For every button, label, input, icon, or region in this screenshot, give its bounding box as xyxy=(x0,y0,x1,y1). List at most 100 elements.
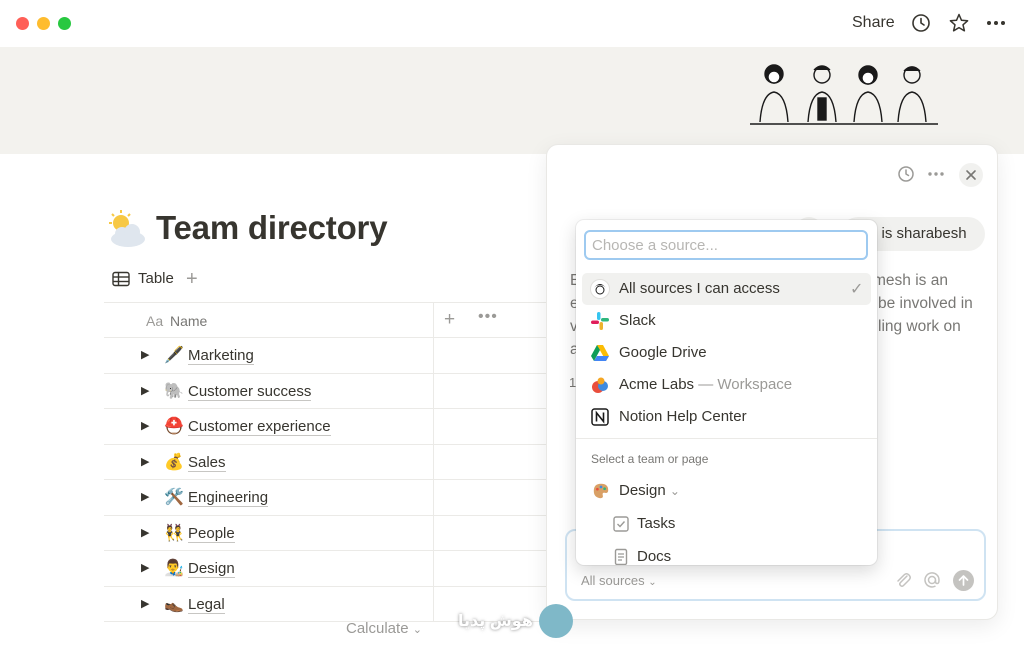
row-name-link[interactable]: Legal xyxy=(188,596,225,614)
section-heading: Select a team or page xyxy=(591,452,709,466)
close-icon xyxy=(966,170,976,180)
tree-item-name: Design xyxy=(619,482,666,499)
row-name-link[interactable]: Sales xyxy=(188,454,226,472)
tree-item-label: Design ⌄ xyxy=(619,482,680,499)
response-text: mesh is an xyxy=(873,272,948,289)
history-icon[interactable] xyxy=(910,12,932,34)
tab-table[interactable]: Table xyxy=(112,270,174,287)
expand-toggle-icon[interactable]: ▶ xyxy=(141,419,149,432)
sun-behind-cloud-icon[interactable] xyxy=(104,208,148,252)
app-window: Share Team directory Table + Aa Name + •… xyxy=(0,0,1024,645)
arrow-up-icon xyxy=(958,575,969,586)
brain-logo-icon xyxy=(538,604,573,638)
row-emoji-icon: 👯 xyxy=(164,524,184,542)
source-item-label: Notion Help Center xyxy=(619,408,747,425)
more-icon[interactable] xyxy=(925,163,947,185)
add-property-button[interactable]: + xyxy=(444,309,455,331)
share-button[interactable]: Share xyxy=(852,14,895,32)
row-name-link[interactable]: Engineering xyxy=(188,489,269,507)
source-item-notion-help[interactable]: Notion Help Center xyxy=(582,401,871,433)
source-item-slack[interactable]: Slack xyxy=(582,305,871,337)
column-divider xyxy=(433,551,434,586)
zoom-window-button[interactable] xyxy=(58,17,71,30)
column-divider xyxy=(433,586,434,621)
expand-toggle-icon[interactable]: ▶ xyxy=(141,526,149,539)
table-row[interactable]: ▶ 🐘 Customer success xyxy=(104,373,554,409)
minimize-window-button[interactable] xyxy=(37,17,50,30)
tree-item-design[interactable]: Design ⌄ xyxy=(582,475,871,507)
source-item-label: Google Drive xyxy=(619,344,707,361)
row-emoji-icon: 👨‍🎨 xyxy=(164,560,184,577)
expand-toggle-icon[interactable]: ▶ xyxy=(141,384,149,397)
table-options-button[interactable]: ••• xyxy=(478,308,498,326)
table-row[interactable]: ▶ 🖋️ Marketing xyxy=(104,338,554,374)
calculate-button[interactable]: Calculate ⌄ xyxy=(346,620,422,637)
history-icon[interactable] xyxy=(895,163,917,185)
row-name-link[interactable]: Customer experience xyxy=(188,418,331,436)
row-name-link[interactable]: Marketing xyxy=(188,347,254,365)
expand-toggle-icon[interactable]: ▶ xyxy=(141,455,149,468)
document-icon xyxy=(614,548,628,565)
source-search-input[interactable] xyxy=(584,230,868,260)
row-name-link[interactable]: Customer success xyxy=(188,383,312,401)
add-view-button[interactable]: + xyxy=(186,268,198,291)
column-divider xyxy=(433,338,434,373)
calculate-label: Calculate xyxy=(346,620,409,637)
expand-toggle-icon[interactable]: ▶ xyxy=(141,348,149,361)
text-property-icon: Aa xyxy=(146,313,164,329)
table-row[interactable]: ▶ 💰 Sales xyxy=(104,444,554,480)
sources-selector-label: All sources xyxy=(581,573,645,588)
tree-item-docs[interactable]: Docs xyxy=(582,541,871,565)
response-text: ling work on xyxy=(878,318,961,335)
source-item-all[interactable]: All sources I can access ✓ xyxy=(582,273,871,305)
source-item-google-drive[interactable]: Google Drive xyxy=(582,337,871,369)
sources-selector[interactable]: All sources ⌄ xyxy=(581,573,657,588)
chevron-down-icon: ⌄ xyxy=(669,484,680,498)
table-row[interactable]: ▶ 👨‍🎨 Design xyxy=(104,551,554,587)
name-column-header[interactable]: Name xyxy=(170,313,207,329)
row-emoji-icon: 👞 xyxy=(164,595,184,613)
team-illustration-icon xyxy=(750,64,938,125)
source-dropdown: All sources I can access ✓ Slack Google … xyxy=(576,220,877,565)
column-divider xyxy=(433,373,434,408)
acme-labs-icon xyxy=(592,377,608,393)
more-icon[interactable] xyxy=(985,12,1007,34)
table-row[interactable]: ▶ ⛑️ Customer experience xyxy=(104,409,554,445)
table-body: ▶ 🖋️ Marketing ▶ 🐘 Customer success ▶ ⛑️ Custome… xyxy=(104,338,554,622)
close-panel-button[interactable] xyxy=(959,163,983,187)
column-divider[interactable] xyxy=(433,303,434,337)
column-divider xyxy=(433,480,434,515)
user-message-text: o is sharabesh xyxy=(869,225,967,242)
mention-icon[interactable] xyxy=(921,569,943,591)
row-emoji-icon: 🛠️ xyxy=(164,489,184,506)
expand-toggle-icon[interactable]: ▶ xyxy=(141,597,149,610)
notion-icon xyxy=(591,408,609,426)
table-icon xyxy=(112,271,130,286)
team-table: Aa Name + ••• ▶ 🖋️ Marketing ▶ 🐘 Customer suc… xyxy=(104,302,554,622)
attachment-icon[interactable] xyxy=(892,569,914,591)
source-item-sub: — Workspace xyxy=(698,376,793,393)
tree-item-label: Docs xyxy=(637,548,672,565)
row-name-link[interactable]: Design xyxy=(188,560,235,578)
expand-toggle-icon[interactable]: ▶ xyxy=(141,490,149,503)
table-row[interactable]: ▶ 🛠️ Engineering xyxy=(104,480,554,516)
dropdown-divider xyxy=(576,438,877,439)
source-item-name: Acme Labs xyxy=(619,376,695,393)
tree-item-tasks[interactable]: Tasks xyxy=(582,508,871,540)
table-row[interactable]: ▶ 👯 People xyxy=(104,515,554,551)
source-item-acme-labs[interactable]: Acme Labs — Workspace xyxy=(582,369,871,401)
row-emoji-icon: ⛑️ xyxy=(164,418,184,435)
chevron-down-icon: ⌄ xyxy=(412,624,422,636)
page-title[interactable]: Team directory xyxy=(156,209,388,247)
google-drive-icon xyxy=(591,345,609,361)
send-button[interactable] xyxy=(953,570,974,591)
star-icon[interactable] xyxy=(948,12,970,34)
expand-toggle-icon[interactable]: ▶ xyxy=(141,561,149,574)
column-divider xyxy=(433,409,434,444)
table-header: Aa Name + ••• xyxy=(104,302,554,338)
row-emoji-icon: 🖋️ xyxy=(164,347,184,364)
chevron-down-icon: ⌄ xyxy=(648,577,657,588)
slack-icon xyxy=(591,312,609,330)
row-name-link[interactable]: People xyxy=(188,525,235,543)
close-window-button[interactable] xyxy=(16,17,29,30)
